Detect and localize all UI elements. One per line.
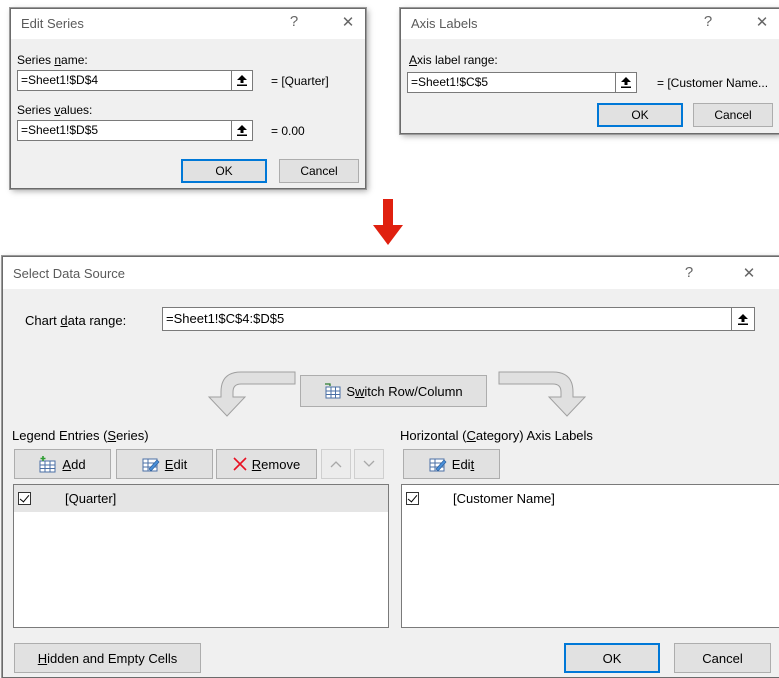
switch-row-column-button[interactable]: Switch Row/Column xyxy=(300,375,487,407)
axis-labels-list: [Customer Name] xyxy=(401,484,779,628)
list-item[interactable]: [Quarter] xyxy=(14,485,388,512)
right-curved-arrow-icon xyxy=(498,371,587,417)
series-values-field[interactable]: =Sheet1!$D$5 xyxy=(17,120,235,141)
legend-entries-list: [Quarter] xyxy=(13,484,389,628)
add-label: Add xyxy=(62,456,86,472)
series-name-collapse-button[interactable] xyxy=(231,70,253,91)
red-down-arrow-icon xyxy=(373,199,403,245)
edit-series-titlebar: Edit Series ? ✕ xyxy=(11,9,365,39)
ok-button[interactable]: OK xyxy=(181,159,267,183)
hidden-empty-cells-label: Hidden and Empty Cells xyxy=(37,650,178,666)
series-values-label: Series values: xyxy=(17,103,93,117)
axis-labels-title: Axis Labels xyxy=(411,16,478,31)
remove-series-button[interactable]: Remove xyxy=(216,449,317,479)
help-icon[interactable]: ? xyxy=(699,13,717,30)
chart-data-range-label: Chart data range: xyxy=(25,313,127,328)
left-curved-arrow-icon xyxy=(207,371,296,417)
series-name-result: = [Quarter] xyxy=(271,74,329,88)
move-down-button[interactable] xyxy=(354,449,384,479)
cancel-button[interactable]: Cancel xyxy=(279,159,359,183)
axis-labels-panel-title: Horizontal (Category) Axis Labels xyxy=(400,428,593,443)
axis-label-range-label: Axis label range: xyxy=(409,53,498,67)
move-up-button[interactable] xyxy=(321,449,351,479)
edit-axis-labels-button[interactable]: Edit xyxy=(403,449,500,479)
edit-table-icon xyxy=(429,458,447,472)
axis-labels-titlebar: Axis Labels ? ✕ xyxy=(401,9,779,39)
switch-row-column-label: Switch Row/Column xyxy=(346,383,463,399)
hidden-empty-cells-button[interactable]: Hidden and Empty Cells xyxy=(14,643,201,673)
series-checkbox[interactable] xyxy=(18,492,31,505)
add-series-button[interactable]: Add xyxy=(14,449,111,479)
edit-series-title: Edit Series xyxy=(21,16,84,31)
edit-label: Edit xyxy=(164,456,188,472)
series-values-result: = 0.00 xyxy=(271,124,305,138)
edit-series-button[interactable]: Edit xyxy=(116,449,213,479)
chart-data-range-field[interactable]: =Sheet1!$C$4:$D$5 xyxy=(162,307,732,331)
close-icon[interactable]: ✕ xyxy=(753,13,771,31)
close-icon[interactable]: ✕ xyxy=(740,264,758,282)
axis-edit-label: Edit xyxy=(451,456,475,472)
axis-label-range-result: = [Customer Name... xyxy=(657,76,769,90)
chevron-up-icon xyxy=(330,461,342,468)
edit-series-dialog: Edit Series ? ✕ Series name: =Sheet1!$D$… xyxy=(10,8,366,189)
edit-table-icon xyxy=(142,458,160,472)
series-name-label: Series name: xyxy=(17,53,88,67)
select-data-source-titlebar: Select Data Source ? ✕ xyxy=(3,257,779,289)
cancel-button[interactable]: Cancel xyxy=(674,643,771,673)
axis-label-checkbox[interactable] xyxy=(406,492,419,505)
ok-button[interactable]: OK xyxy=(597,103,683,127)
select-data-source-dialog: Select Data Source ? ✕ Chart data range:… xyxy=(2,256,779,678)
help-icon[interactable]: ? xyxy=(680,264,698,281)
collapse-arrow-icon xyxy=(621,77,631,88)
help-icon[interactable]: ? xyxy=(285,13,303,30)
series-item-label: [Quarter] xyxy=(65,491,117,506)
series-values-collapse-button[interactable] xyxy=(231,120,253,141)
legend-entries-title: Legend Entries (Series) xyxy=(12,428,149,443)
collapse-arrow-icon xyxy=(738,313,748,325)
chevron-down-icon xyxy=(363,460,375,467)
axis-label-range-field[interactable]: =Sheet1!$C$5 xyxy=(407,72,617,93)
chart-data-range-collapse-button[interactable] xyxy=(731,307,755,331)
ok-button[interactable]: OK xyxy=(564,643,660,673)
axis-labels-dialog: Axis Labels ? ✕ Axis label range: =Sheet… xyxy=(400,8,779,134)
collapse-arrow-icon xyxy=(237,75,247,86)
select-data-source-title: Select Data Source xyxy=(13,266,126,281)
series-name-field[interactable]: =Sheet1!$D$4 xyxy=(17,70,235,91)
axis-item-label: [Customer Name] xyxy=(453,491,555,506)
remove-label: Remove xyxy=(251,456,301,472)
close-icon[interactable]: ✕ xyxy=(339,13,357,31)
add-table-icon xyxy=(39,455,56,472)
remove-x-icon xyxy=(233,457,247,471)
list-item[interactable]: [Customer Name] xyxy=(402,485,779,512)
cancel-button[interactable]: Cancel xyxy=(693,103,773,127)
switch-row-column-icon xyxy=(325,383,341,399)
collapse-arrow-icon xyxy=(237,125,247,136)
axis-label-range-collapse-button[interactable] xyxy=(615,72,637,93)
